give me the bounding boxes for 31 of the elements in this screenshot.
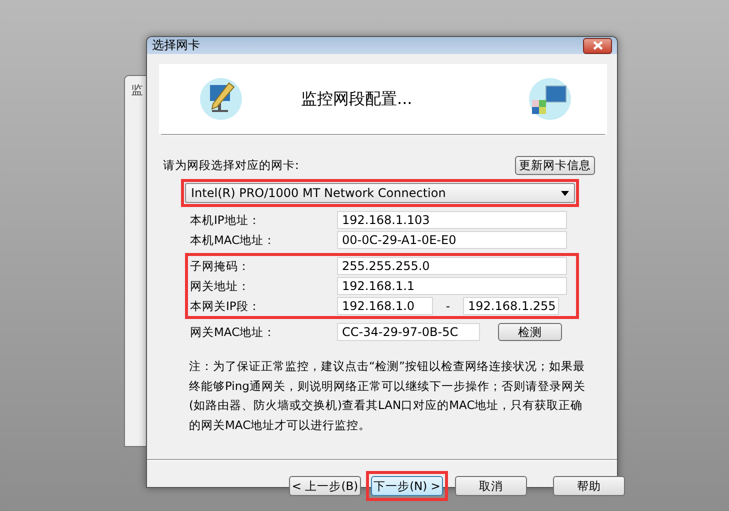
field-label: 网关地址： — [189, 278, 251, 294]
note-text: 注：为了保证正常监控，建议点击“检测”按钮以检查网络连接状况；如果最终能够Ping通网关，则说明网络正常可以继续下一步操作；否则请登录网关(如路由器、防火墙或交换机)查看其LAN口对应的MAC地址，只有获取正确的网关MAC地址才可以进行监控。 — [189, 358, 586, 434]
refresh-button[interactable]: 更新网卡信息 — [515, 156, 595, 175]
input-field[interactable]: 192.168.1.103 — [337, 211, 567, 229]
field-label: 网关MAC地址： — [189, 324, 277, 340]
header-title: 监控网段配置... — [300, 88, 414, 110]
network-monitor-icon — [528, 77, 572, 121]
close-button[interactable] — [583, 38, 612, 54]
field-label: 本机MAC地址： — [189, 232, 277, 248]
input-field[interactable]: 192.168.1.1 — [337, 277, 567, 295]
adapter-dropdown[interactable]: Intel(R) PRO/1000 MT Network Connection — [185, 183, 575, 203]
monitor-pencil-icon — [199, 77, 243, 121]
wizard-button[interactable]: 帮助 — [553, 476, 625, 496]
adapter-label: 请为网段选择对应的网卡: — [163, 158, 299, 173]
wizard-button[interactable]: 下一步(N) > — [371, 476, 443, 496]
input-field[interactable]: 192.168.1.0 — [337, 297, 433, 315]
field-label: 本网关IP段： — [189, 298, 262, 314]
wizard-button[interactable]: < 上一步(B) — [289, 476, 361, 496]
dropdown-arrow-icon — [561, 190, 569, 196]
input-field[interactable]: 00-0C-29-A1-0E-E0 — [337, 231, 567, 249]
range-separator: - — [444, 299, 452, 313]
input-field[interactable]: CC-34-29-97-0B-5C — [337, 323, 480, 341]
window-title: 选择网卡 — [152, 37, 200, 54]
field-label: 本机IP地址： — [189, 212, 262, 228]
input-field[interactable]: 255.255.255.0 — [337, 257, 567, 275]
close-icon — [592, 41, 602, 50]
input-field[interactable]: 192.168.1.255 — [463, 297, 559, 315]
field-label: 子网掩码： — [189, 258, 251, 274]
detect-button[interactable]: 检测 — [498, 323, 562, 341]
window-title: 监 — [131, 82, 143, 99]
wizard-button[interactable]: 取消 — [455, 476, 527, 496]
